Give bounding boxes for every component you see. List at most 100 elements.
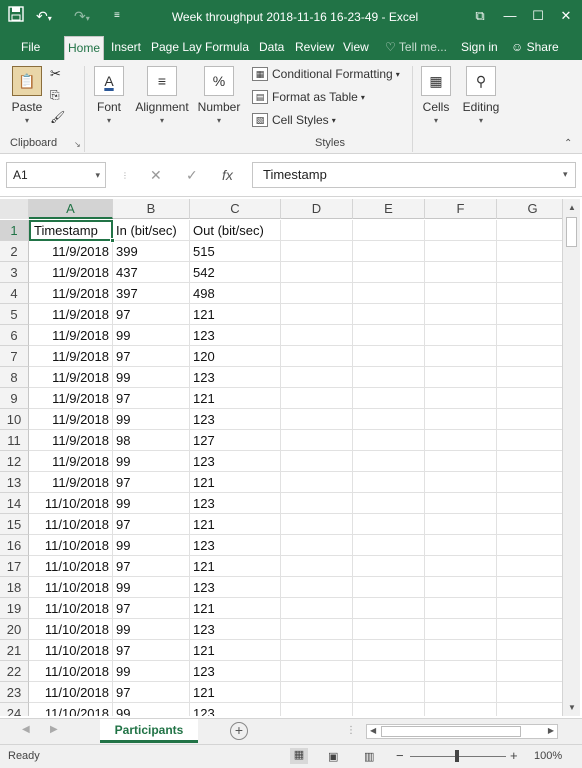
table-cell[interactable]: 121 <box>190 556 281 577</box>
tab-data[interactable]: Data <box>256 36 287 60</box>
column-header[interactable]: D <box>281 199 353 219</box>
table-cell[interactable] <box>425 241 497 262</box>
table-cell[interactable] <box>353 619 425 640</box>
table-cell[interactable] <box>497 304 562 325</box>
table-cell[interactable] <box>497 535 562 556</box>
tell-me-search[interactable]: ♡ Tell me... <box>382 36 450 60</box>
row-header[interactable]: 6 <box>0 325 29 346</box>
column-header[interactable]: E <box>353 199 425 219</box>
scroll-right-icon[interactable]: ▶ <box>548 726 554 735</box>
table-cell[interactable] <box>353 241 425 262</box>
table-cell[interactable] <box>281 535 353 556</box>
table-cell[interactable]: 11/10/2018 <box>29 577 113 598</box>
clipboard-launcher-icon[interactable]: ↘ <box>74 140 81 149</box>
table-cell[interactable]: 97 <box>113 472 190 493</box>
table-cell[interactable] <box>281 430 353 451</box>
table-cell[interactable]: 123 <box>190 619 281 640</box>
table-cell[interactable]: 97 <box>113 598 190 619</box>
table-cell[interactable] <box>353 430 425 451</box>
cut-icon[interactable]: ✂ <box>50 66 61 82</box>
row-header[interactable]: 11 <box>0 430 29 451</box>
table-cell[interactable]: 11/9/2018 <box>29 283 113 304</box>
table-cell[interactable] <box>425 451 497 472</box>
table-cell[interactable]: 11/10/2018 <box>29 535 113 556</box>
column-header[interactable]: A <box>29 199 113 219</box>
table-cell[interactable]: 121 <box>190 472 281 493</box>
insert-function-icon[interactable]: fx <box>222 167 233 183</box>
table-cell[interactable]: 121 <box>190 640 281 661</box>
table-cell[interactable]: 99 <box>113 367 190 388</box>
row-header[interactable]: 15 <box>0 514 29 535</box>
table-cell[interactable] <box>281 556 353 577</box>
worksheet-grid[interactable]: ABCDEFG 1 Timestamp In (bit/sec) Out (bit/s… <box>0 199 562 716</box>
table-cell[interactable] <box>497 388 562 409</box>
cells-button[interactable]: ▦ Cells ▾ <box>418 66 454 125</box>
ribbon-display-options-icon[interactable]: ⧉ <box>466 6 494 26</box>
table-cell[interactable]: 99 <box>113 661 190 682</box>
table-cell[interactable] <box>353 682 425 703</box>
table-cell[interactable] <box>353 388 425 409</box>
table-cell[interactable]: 97 <box>113 346 190 367</box>
column-header[interactable]: G <box>497 199 562 219</box>
table-cell[interactable]: 11/10/2018 <box>29 640 113 661</box>
table-cell[interactable]: 97 <box>113 640 190 661</box>
tab-page-layout[interactable]: Page Lay <box>148 36 205 60</box>
table-cell[interactable] <box>497 241 562 262</box>
row-header[interactable]: 13 <box>0 472 29 493</box>
column-header[interactable]: C <box>190 199 281 219</box>
table-cell[interactable] <box>497 619 562 640</box>
table-cell[interactable]: 11/9/2018 <box>29 262 113 283</box>
table-cell[interactable] <box>425 409 497 430</box>
table-cell[interactable] <box>497 493 562 514</box>
table-cell[interactable]: 123 <box>190 409 281 430</box>
table-cell[interactable] <box>497 283 562 304</box>
share-button[interactable]: ☺ Share <box>508 38 562 58</box>
table-cell[interactable]: 99 <box>113 535 190 556</box>
table-cell[interactable] <box>281 598 353 619</box>
cell-styles-button[interactable]: ▧ Cell Styles ▾ <box>252 110 336 130</box>
table-cell[interactable] <box>281 514 353 535</box>
undo-icon[interactable]: ↶▾ <box>36 6 52 29</box>
table-cell[interactable]: In (bit/sec) <box>113 220 190 241</box>
table-cell[interactable] <box>353 640 425 661</box>
table-cell[interactable]: 123 <box>190 703 281 716</box>
table-cell[interactable] <box>425 325 497 346</box>
table-cell[interactable] <box>425 388 497 409</box>
table-cell[interactable] <box>281 367 353 388</box>
table-cell[interactable] <box>281 241 353 262</box>
table-cell[interactable]: 11/9/2018 <box>29 241 113 262</box>
table-cell[interactable] <box>353 325 425 346</box>
table-cell[interactable] <box>353 472 425 493</box>
table-cell[interactable] <box>425 577 497 598</box>
table-cell[interactable] <box>497 640 562 661</box>
scroll-down-icon[interactable]: ▼ <box>563 703 581 712</box>
maximize-button[interactable]: ☐ <box>524 6 552 26</box>
fill-handle[interactable] <box>110 238 115 243</box>
row-header[interactable]: 20 <box>0 619 29 640</box>
table-cell[interactable] <box>497 577 562 598</box>
table-cell[interactable] <box>425 619 497 640</box>
font-button[interactable]: A Font ▾ <box>92 66 126 125</box>
table-cell[interactable] <box>281 577 353 598</box>
table-cell[interactable] <box>281 682 353 703</box>
table-cell[interactable] <box>497 472 562 493</box>
row-header[interactable]: 5 <box>0 304 29 325</box>
table-cell[interactable]: 11/9/2018 <box>29 325 113 346</box>
table-cell[interactable]: 11/10/2018 <box>29 703 113 716</box>
zoom-out-button[interactable]: − <box>396 748 404 763</box>
zoom-level[interactable]: 100% <box>534 750 562 762</box>
table-cell[interactable] <box>497 325 562 346</box>
table-cell[interactable] <box>497 703 562 716</box>
table-cell[interactable]: 11/9/2018 <box>29 388 113 409</box>
scroll-up-icon[interactable]: ▲ <box>563 203 581 212</box>
page-layout-view-icon[interactable]: ▣ <box>328 750 338 763</box>
table-cell[interactable] <box>497 514 562 535</box>
row-header[interactable]: 3 <box>0 262 29 283</box>
table-cell[interactable]: 99 <box>113 703 190 716</box>
vertical-scrollbar[interactable]: ▲ ▼ <box>562 199 580 716</box>
table-cell[interactable]: 123 <box>190 325 281 346</box>
table-cell[interactable] <box>425 535 497 556</box>
tab-split-handle[interactable]: ⋮ <box>346 725 356 736</box>
table-cell[interactable]: 542 <box>190 262 281 283</box>
row-header[interactable]: 8 <box>0 367 29 388</box>
